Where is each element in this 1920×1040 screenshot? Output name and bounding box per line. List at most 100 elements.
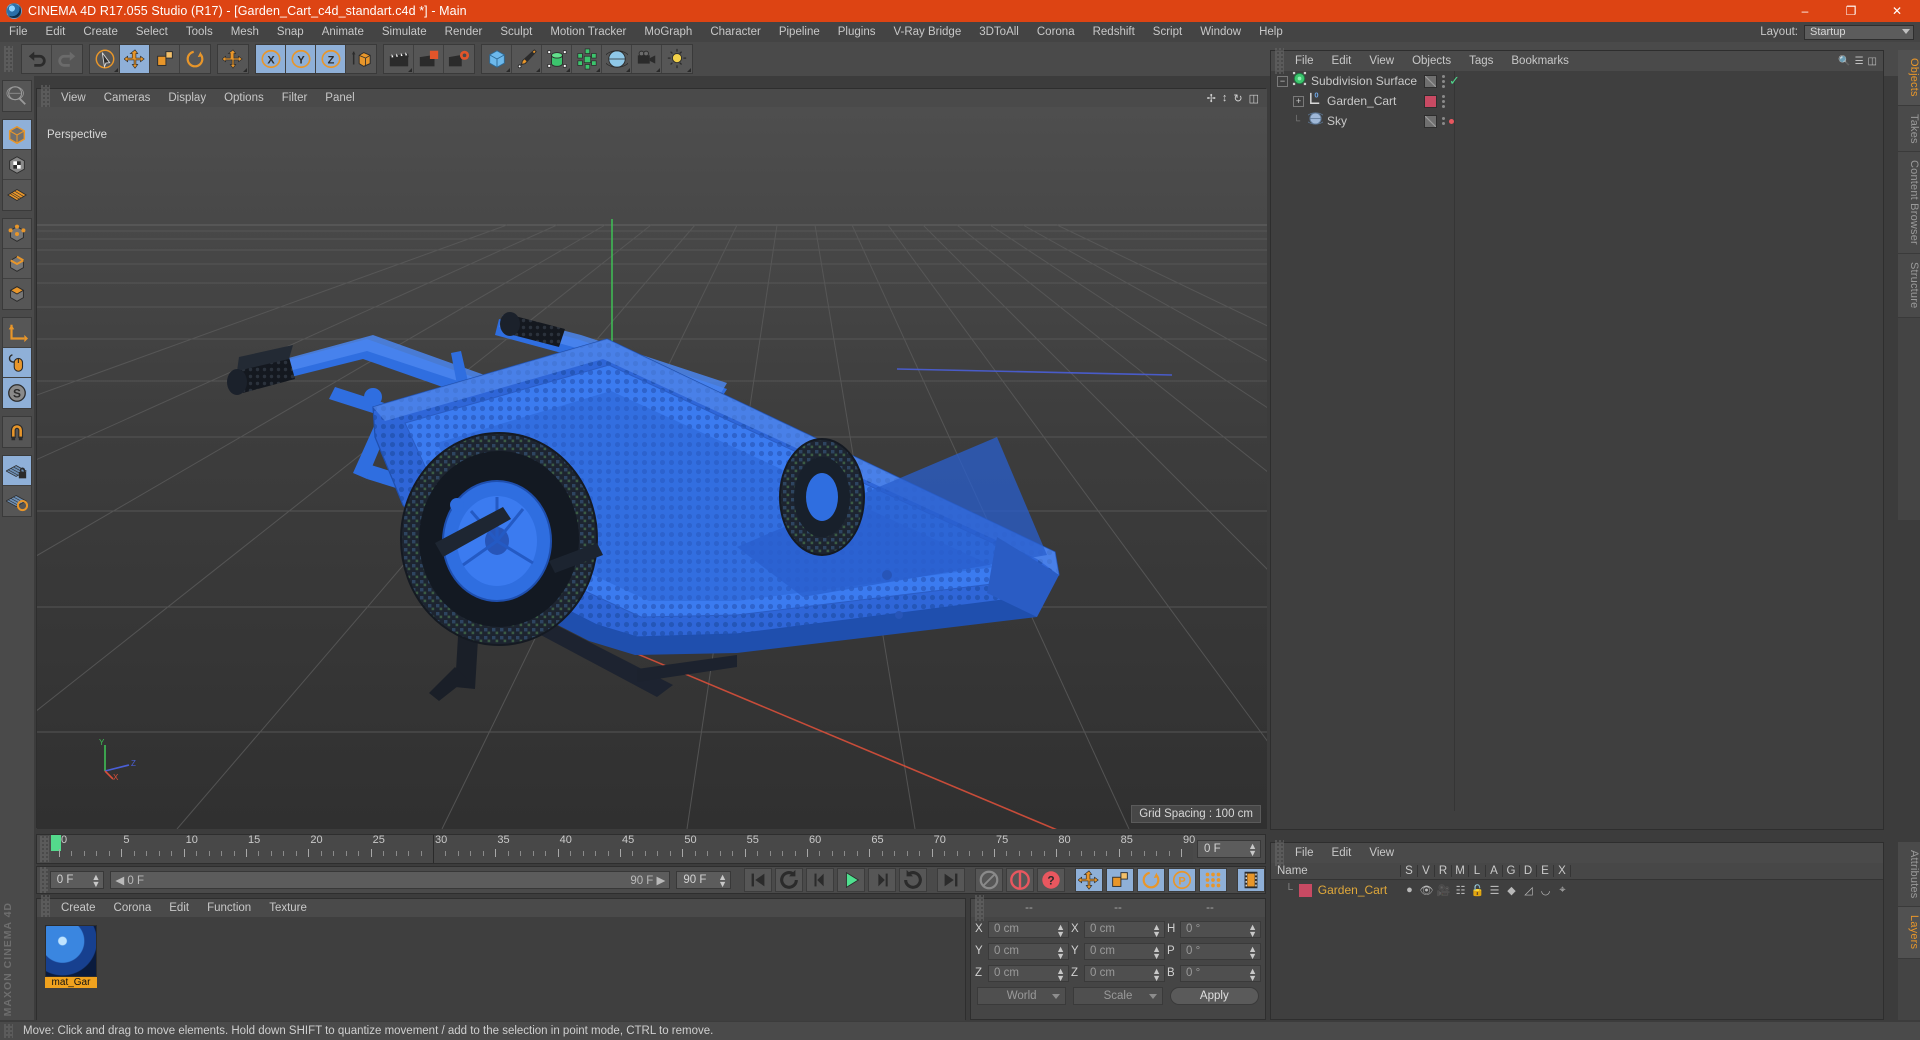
- maximize-view-icon[interactable]: ◫: [1249, 92, 1259, 105]
- position-field[interactable]: 0 cm ▲ ▼: [988, 964, 1069, 982]
- object-tag[interactable]: [1424, 114, 1437, 128]
- layer-menu-view[interactable]: View: [1360, 847, 1403, 859]
- collapse-icon[interactable]: −: [1277, 75, 1288, 87]
- menu-item-help[interactable]: Help: [1250, 22, 1292, 42]
- lock-y-axis-button[interactable]: Y: [286, 45, 316, 73]
- menu-item-animate[interactable]: Animate: [313, 22, 373, 42]
- param-key-button[interactable]: P: [1167, 868, 1196, 892]
- spinner-icon[interactable]: ▲ ▼: [1152, 922, 1161, 938]
- workplane-button[interactable]: [3, 486, 31, 516]
- next-key-button[interactable]: [898, 868, 927, 892]
- make-editable-button[interactable]: [3, 81, 31, 111]
- size-field[interactable]: 0 cm ▲ ▼: [1084, 942, 1165, 960]
- previous-frame-button[interactable]: [805, 868, 834, 892]
- menu-item-pipeline[interactable]: Pipeline: [770, 22, 829, 42]
- expressions-icon[interactable]: ◡: [1537, 884, 1554, 897]
- model-mode-button[interactable]: [3, 120, 31, 150]
- size-field[interactable]: 0 cm ▲ ▼: [1084, 964, 1165, 982]
- layer-column-g[interactable]: G: [1503, 865, 1520, 877]
- play-button[interactable]: [836, 868, 865, 892]
- points-mode-button[interactable]: [3, 219, 31, 249]
- edges-mode-button[interactable]: [3, 249, 31, 279]
- current-frame-field[interactable]: 0 F ▲ ▼: [49, 871, 105, 889]
- tag-dots-icon[interactable]: [1441, 117, 1445, 125]
- live-selection-tool[interactable]: [90, 45, 120, 73]
- material-tag[interactable]: [1424, 94, 1437, 108]
- object-menu-edit[interactable]: Edit: [1323, 55, 1361, 67]
- visible-icon[interactable]: 👁: [1418, 884, 1435, 897]
- panel-grip-icon[interactable]: [4, 46, 13, 72]
- object-menu-tags[interactable]: Tags: [1460, 55, 1502, 67]
- layer-row[interactable]: └ Garden_Cart ● 👁 🎥 ☷ 🔓 ☰ ◆ ◿ ◡ ⌖: [1271, 880, 1883, 900]
- viewport-solo-button[interactable]: [3, 348, 31, 378]
- tab-objects[interactable]: Objects: [1898, 50, 1920, 106]
- visible-check-icon[interactable]: ✓: [1449, 73, 1460, 89]
- rotation-key-button[interactable]: [1136, 868, 1165, 892]
- panel-grip-icon[interactable]: [40, 836, 49, 862]
- menu-item-mesh[interactable]: Mesh: [222, 22, 268, 42]
- menu-item-script[interactable]: Script: [1144, 22, 1191, 42]
- menu-item-corona[interactable]: Corona: [1028, 22, 1084, 42]
- manager-icon[interactable]: ☷: [1452, 884, 1469, 897]
- move-tool[interactable]: [120, 45, 150, 73]
- layer-menu-file[interactable]: File: [1286, 847, 1323, 859]
- position-key-button[interactable]: [1074, 868, 1103, 892]
- tab-content-browser[interactable]: Content Browser: [1898, 152, 1920, 255]
- scale-key-button[interactable]: [1105, 868, 1134, 892]
- expand-icon[interactable]: +: [1293, 95, 1304, 107]
- object-row[interactable]: +0 Garden_Cart: [1271, 91, 1883, 111]
- object-menu-file[interactable]: File: [1286, 55, 1323, 67]
- object-tree[interactable]: − Subdivision Surface ✓ +0 Garden_Cart └ Sky: [1271, 71, 1883, 131]
- preview-range-bar[interactable]: ◀ 0 F 90 F ▶: [110, 871, 671, 889]
- keyframe-selection-button[interactable]: ?: [1036, 868, 1065, 892]
- layer-column-d[interactable]: D: [1520, 865, 1537, 877]
- polygons-mode-button[interactable]: [3, 279, 31, 309]
- solo-icon[interactable]: ●: [1401, 884, 1418, 896]
- layer-column-a[interactable]: A: [1486, 865, 1503, 877]
- object-menu-objects[interactable]: Objects: [1403, 55, 1460, 67]
- material-menu-texture[interactable]: Texture: [260, 902, 316, 914]
- spinner-icon[interactable]: ▲ ▼: [91, 873, 100, 889]
- layer-column-name[interactable]: Name: [1271, 865, 1401, 877]
- rotate-tool[interactable]: [180, 45, 210, 73]
- add-light-button[interactable]: [662, 45, 692, 73]
- redo-button[interactable]: [52, 45, 82, 73]
- object-menu-view[interactable]: View: [1360, 55, 1403, 67]
- animation-icon[interactable]: ☰: [1486, 884, 1503, 897]
- texture-mode-button[interactable]: [3, 150, 31, 180]
- tab-attributes[interactable]: Attributes: [1898, 842, 1920, 908]
- material-menu-edit[interactable]: Edit: [160, 902, 198, 914]
- add-generator-button[interactable]: [542, 45, 572, 73]
- coordinate-mode-select[interactable]: Scale: [1073, 987, 1163, 1005]
- object-axis-button[interactable]: [3, 318, 31, 348]
- viewport-menu-filter[interactable]: Filter: [273, 92, 317, 104]
- layer-column-x[interactable]: X: [1554, 865, 1571, 877]
- menu-item-character[interactable]: Character: [701, 22, 770, 42]
- move-view-icon[interactable]: ✢: [1207, 92, 1216, 105]
- tab-layers[interactable]: Layers: [1898, 907, 1920, 959]
- goto-end-button[interactable]: [936, 868, 965, 892]
- panel-grip-icon[interactable]: [40, 867, 48, 893]
- viewport-canvas[interactable]: Perspective Grid Spacing : 100 cm Y Z X: [37, 107, 1267, 829]
- add-deformer-button[interactable]: [572, 45, 602, 73]
- menu-item-window[interactable]: Window: [1191, 22, 1250, 42]
- spinner-icon[interactable]: ▲ ▼: [718, 873, 727, 889]
- object-tag[interactable]: [1424, 74, 1437, 88]
- undo-button[interactable]: [22, 45, 52, 73]
- record-active-objects-button[interactable]: [974, 868, 1003, 892]
- spinner-icon[interactable]: ▲ ▼: [1248, 842, 1257, 858]
- panel-grip-icon[interactable]: [1275, 840, 1284, 866]
- search-icon[interactable]: 🔍: [1838, 56, 1850, 67]
- timeline-frame-field[interactable]: 0 F ▲ ▼: [1197, 840, 1261, 858]
- lock-workplane-button[interactable]: [3, 456, 31, 486]
- menu-item-simulate[interactable]: Simulate: [373, 22, 436, 42]
- spinner-icon[interactable]: ▲ ▼: [1056, 966, 1065, 982]
- panel-grip-icon[interactable]: [975, 895, 984, 921]
- menu-item-mograph[interactable]: MoGraph: [635, 22, 701, 42]
- spinner-icon[interactable]: ▲ ▼: [1152, 944, 1161, 960]
- viewport-menu-cameras[interactable]: Cameras: [95, 92, 160, 104]
- lock-icon[interactable]: 🔓: [1469, 884, 1486, 897]
- render-to-picture-viewer-button[interactable]: [414, 45, 444, 73]
- next-frame-button[interactable]: [867, 868, 896, 892]
- menu-item-tools[interactable]: Tools: [177, 22, 222, 42]
